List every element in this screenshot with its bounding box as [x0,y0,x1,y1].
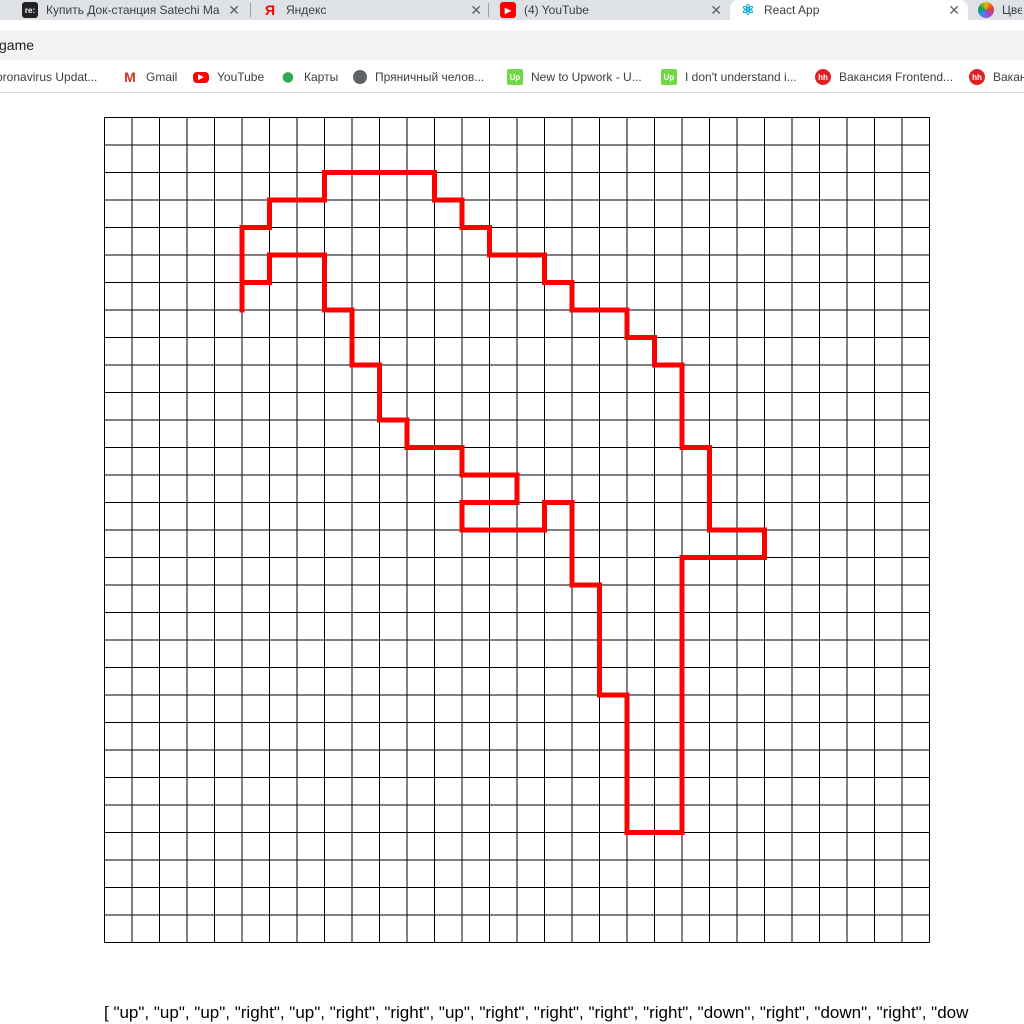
bookmark-7[interactable]: hh Вакансия Frontend... [815,68,953,86]
moves-output: [ "up", "up", "up", "right", "up", "righ… [104,1003,969,1022]
bookmark-2[interactable]: ▶ YouTube [193,68,264,86]
close-tab-icon[interactable]: ✕ [710,1,722,19]
tab-title: (4) YouTube [524,3,589,17]
react-favicon: ⚛ [741,2,755,19]
bookmark-label: Вакансия Frontend... [839,70,954,84]
tab-title: Купить Док-станция Satechi Ma [46,3,220,17]
tab-1[interactable]: Я Яндекс ✕ [252,0,490,20]
close-tab-icon[interactable]: ✕ [948,1,960,19]
gmail-icon: M [124,69,136,85]
bookmark-4[interactable]: Пряничный челов... [353,68,484,86]
bookmark-label: Карты [304,70,339,84]
hh-icon: hh [815,69,831,85]
youtube-favicon: ▶ [500,2,516,18]
game-grid [104,117,930,943]
yandex-favicon: Я [264,2,276,18]
youtube-icon: ▶ [193,71,209,83]
bookmark-label: oronavirus Updat... [0,70,98,84]
tab-4[interactable]: Цве [968,0,1024,20]
color-favicon [978,2,994,18]
tab-title: React App [764,3,820,17]
bookmark-3[interactable]: ⬤ Карты [280,68,338,86]
tab-2[interactable]: ▶ (4) YouTube ✕ [490,0,730,20]
bookmark-8[interactable]: hh Ваканс [969,68,1024,86]
bookmark-label: I don't understand i... [685,70,797,84]
address-bar[interactable]: game [0,30,1024,60]
bookmark-6[interactable]: Up I don't understand i... [661,68,797,86]
tab-separator [488,3,489,17]
tab-strip: re: Купить Док-станция Satechi Ma ✕ Я Яндекс… [0,0,1024,20]
bookmarks-bar: oronavirus Updat... M Gmail ▶ YouTube ⬤ Карты П… [0,62,1024,93]
close-tab-icon[interactable]: ✕ [470,1,482,19]
tab-title: Цве [1002,3,1022,17]
tab-0[interactable]: re: Купить Док-станция Satechi Ma ✕ [0,0,248,20]
bookmark-0[interactable]: oronavirus Updat... [0,68,97,86]
close-tab-icon[interactable]: ✕ [228,1,240,19]
upwork-icon: Up [507,69,523,85]
upwork-icon: Up [661,69,677,85]
re-favicon: re: [22,2,38,18]
bookmark-label: Ваканс [993,70,1024,84]
bookmark-label: Пряничный челов... [375,70,485,84]
hh-icon: hh [969,69,985,85]
maps-icon: ⬤ [282,71,294,83]
bookmark-1[interactable]: M Gmail [122,68,177,86]
bookmark-label: YouTube [217,70,265,84]
bookmark-label: New to Upwork - U... [531,70,642,84]
address-url[interactable]: game [0,37,34,53]
game-board [104,117,931,949]
tab-separator [250,3,251,17]
tab-3[interactable]: ⚛ React App ✕ [730,0,968,20]
bookmark-5[interactable]: Up New to Upwork - U... [507,68,642,86]
globe-icon [353,70,367,84]
tab-title: Яндекс [286,3,327,17]
bookmark-label: Gmail [146,70,178,84]
